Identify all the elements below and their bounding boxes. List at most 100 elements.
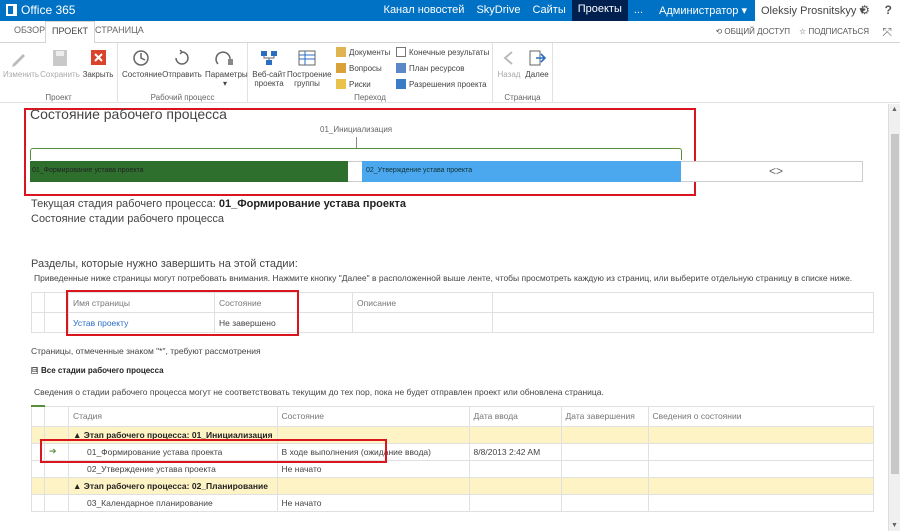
workflow-status-button[interactable]: Состояние (122, 48, 162, 79)
scrollbar-thumb[interactable] (891, 134, 899, 474)
group-name-page: Страница (504, 93, 541, 102)
all-stages-header[interactable]: ⊟ Все стадии рабочего процесса (31, 366, 164, 375)
required-pages-title: Разделы, которые нужно завершить на этой… (31, 258, 298, 270)
column-header-completed[interactable]: Дата завершения (560, 405, 649, 427)
office365-logo[interactable]: Office 365 (6, 3, 75, 17)
phase-marker (356, 137, 357, 148)
suite-links: Канал новостей SkyDrive Сайты Проекты ..… (378, 0, 753, 21)
highlight-box-current-stage (40, 439, 387, 463)
documents-link[interactable]: Документы (336, 47, 390, 57)
close-label: Закрыть (82, 70, 114, 79)
issues-link[interactable]: Вопросы (336, 63, 382, 73)
ribbon-group-workflow: Состояние Отправить Параметры ▾ Рабочий … (118, 43, 248, 103)
tab-page[interactable]: СТРАНИЦА (95, 25, 144, 35)
page-description-cell (352, 312, 493, 333)
resource-plan-link[interactable]: План ресурсов (396, 63, 465, 73)
ribbon: Изменить Сохранить Закрыть Проект Состоя… (0, 43, 900, 103)
table-gutter (31, 312, 45, 333)
table-header-row: Стадия Состояние Дата ввода Дата заверше… (31, 405, 875, 427)
stage-status-label: Состояние стадии рабочего процесса (31, 213, 225, 225)
next-button[interactable]: Далее (524, 48, 550, 79)
save-button[interactable]: Сохранить (40, 48, 80, 79)
documents-icon (336, 47, 346, 57)
build-team-icon (298, 50, 316, 66)
column-header-stage[interactable]: Стадия (68, 405, 278, 427)
next-label: Далее (525, 70, 549, 79)
suite-bar: Office 365 Канал новостей SkyDrive Сайты… (0, 0, 900, 21)
back-icon (503, 51, 513, 65)
save-icon (53, 50, 67, 66)
highlight-box-pages (66, 290, 299, 336)
completed-cell (560, 459, 649, 478)
stage-group-row[interactable]: ▲ Этап рабочего процесса: 02_Планировани… (31, 476, 875, 495)
project-site-label: Веб-сайт проекта (252, 70, 286, 88)
group-name-navigate: Переход (354, 93, 386, 102)
ribbon-group-navigate: Веб-сайт проекта Построение группы Докум… (248, 43, 493, 103)
scroll-up-icon[interactable]: ▲ (891, 106, 898, 113)
help-icon[interactable]: ? (885, 3, 892, 17)
table-filler (492, 312, 874, 333)
risks-link[interactable]: Риски (336, 79, 371, 89)
save-label: Сохранить (40, 70, 80, 79)
close-button[interactable]: Закрыть (82, 48, 114, 79)
state-cell: Не начато (276, 493, 470, 512)
table-gutter (31, 292, 45, 313)
edit-button[interactable]: Изменить (3, 48, 39, 79)
status-info-cell (647, 493, 875, 512)
table-gutter (44, 476, 69, 495)
collapse-icon[interactable]: ⊟ (31, 367, 38, 374)
permissions-icon (396, 79, 406, 89)
status-info-cell (647, 425, 875, 444)
expand-stages-icon[interactable]: <> (769, 164, 783, 178)
table-row[interactable]: 03_Календарное планирование Не начато (31, 493, 875, 512)
status-icon (133, 50, 149, 66)
back-button[interactable]: Назад (496, 48, 522, 79)
user-area: Oleksiy Prosnitskyy ▾ ⚙ ? (755, 0, 900, 21)
share-button[interactable]: ⟲ ОБЩИЙ ДОСТУП (715, 27, 790, 36)
risks-icon (336, 79, 346, 89)
column-header-entered[interactable]: Дата ввода (468, 405, 562, 427)
scroll-down-icon[interactable]: ▼ (891, 522, 898, 529)
project-site-button[interactable]: Веб-сайт проекта (252, 48, 286, 88)
table-filler (492, 292, 874, 313)
table-gutter (44, 312, 69, 333)
deliverables-icon (396, 47, 406, 57)
tab-browse[interactable]: ОБЗОР (14, 25, 45, 35)
suite-link-newsfeed[interactable]: Канал новостей (378, 4, 471, 21)
tab-project[interactable]: ПРОЕКТ (45, 21, 96, 44)
submit-label: Отправить (162, 70, 202, 79)
suite-link-skydrive[interactable]: SkyDrive (470, 4, 526, 21)
status-info-cell (647, 442, 875, 461)
focus-content-icon[interactable]: ⤧ (882, 25, 892, 40)
group-name-project: Проект (45, 93, 72, 102)
suite-link-projects[interactable]: Проекты (571, 0, 628, 21)
workflow-options-button[interactable]: Параметры ▾ (205, 48, 248, 88)
deliverables-link[interactable]: Конечные результаты (396, 47, 489, 57)
submit-button[interactable]: Отправить (162, 48, 202, 79)
user-menu[interactable]: Oleksiy Prosnitskyy ▾ (761, 4, 865, 17)
vertical-scrollbar[interactable]: ▲ ▼ (888, 104, 900, 531)
share-label: ОБЩИЙ ДОСТУП (724, 27, 790, 36)
build-team-label: Построение группы (287, 70, 332, 88)
admin-menu[interactable]: Администратор ▾ (649, 4, 753, 21)
permissions-link[interactable]: Разрешения проекта (396, 79, 487, 89)
resource-plan-icon (396, 63, 406, 73)
gear-icon[interactable]: ⚙ (859, 3, 870, 17)
close-icon (91, 50, 106, 65)
column-header-status-info[interactable]: Сведения о состоянии (647, 405, 875, 427)
edit-icon (12, 54, 25, 67)
suite-more-button[interactable]: ... (628, 4, 649, 21)
column-header-description[interactable]: Описание (352, 292, 493, 313)
follow-label: ПОДПИСАТЬСЯ (808, 27, 869, 36)
column-header-state[interactable]: Состояние (276, 405, 470, 427)
build-team-button[interactable]: Построение группы (287, 48, 332, 88)
stage-segment-2[interactable]: 02_Утверждение устава проекта (362, 161, 681, 182)
follow-button[interactable]: ☆ ПОДПИСАТЬСЯ (799, 27, 869, 36)
suite-link-sites[interactable]: Сайты (526, 4, 571, 21)
documents-label: Документы (349, 47, 391, 57)
chevron-down-icon: ▾ (222, 79, 227, 88)
completed-cell (560, 493, 649, 512)
stage-segment-1[interactable]: 01_Формирование устава проекта (30, 161, 348, 182)
options-icon (215, 51, 233, 65)
entered-cell (468, 493, 562, 512)
